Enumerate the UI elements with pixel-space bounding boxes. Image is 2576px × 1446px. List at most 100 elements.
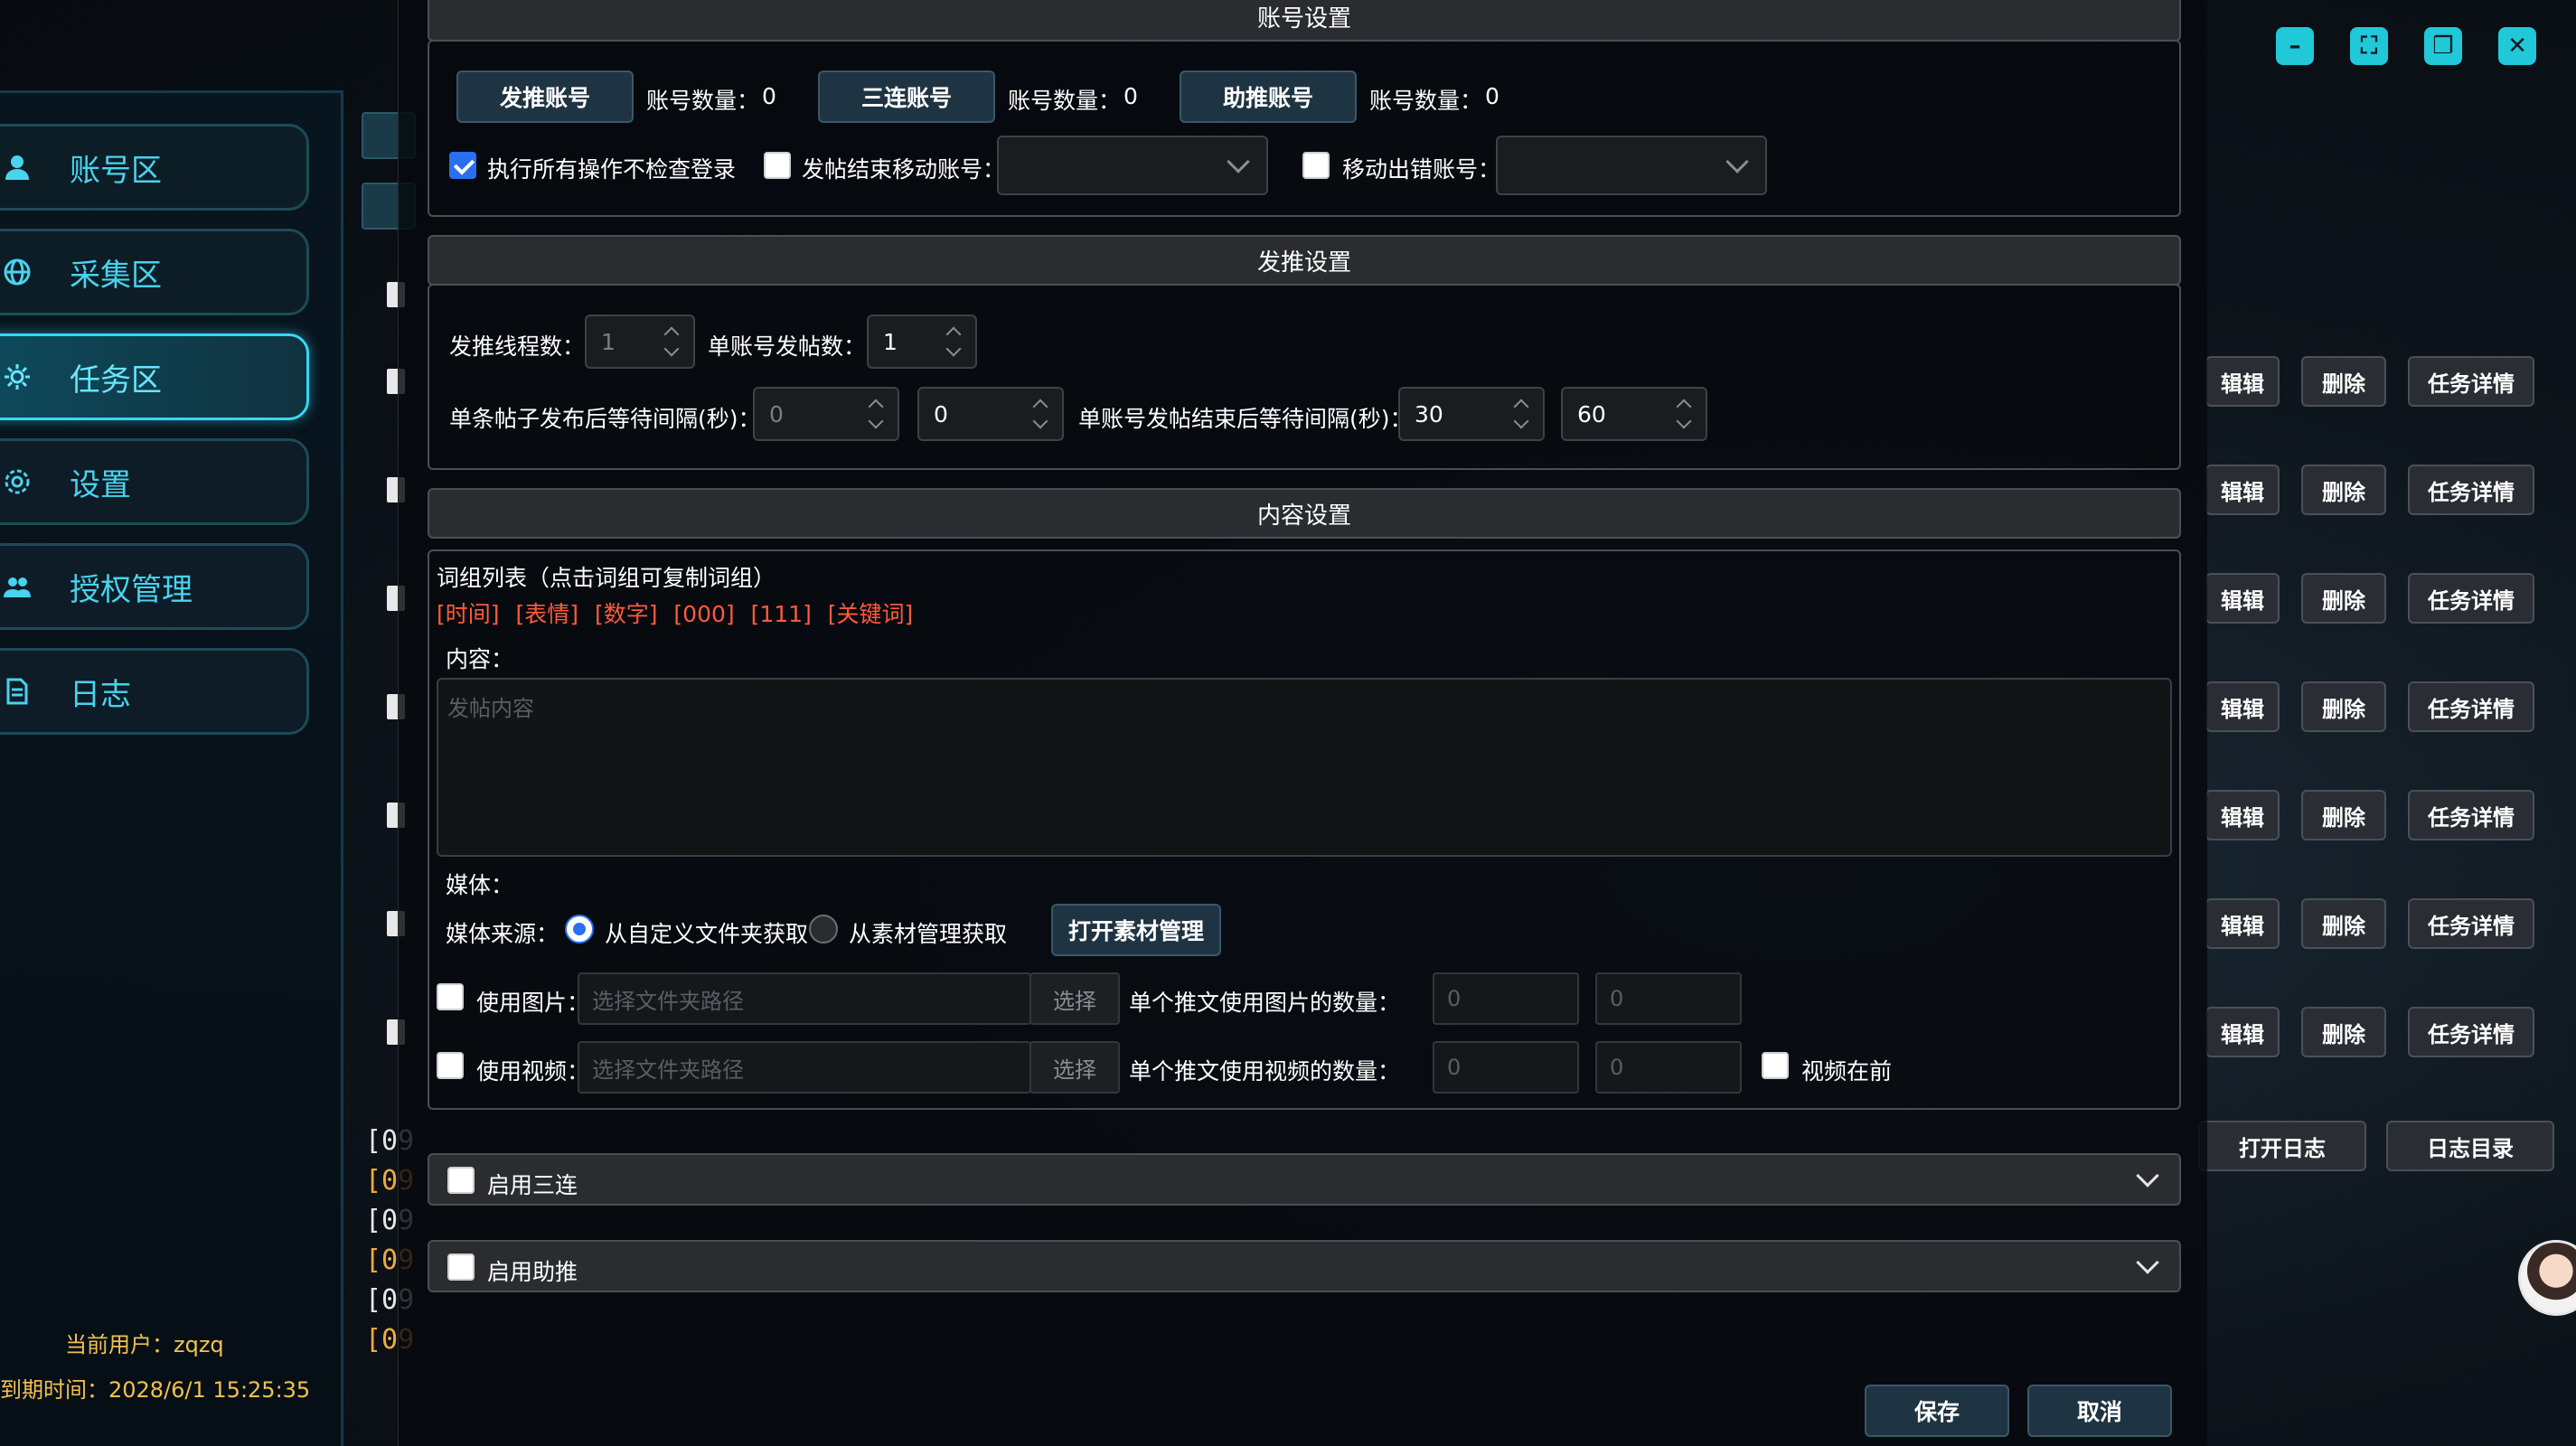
task-row-actions: 辑辑 删除 任务详情: [2205, 681, 2534, 732]
cancel-button[interactable]: 取消: [2027, 1385, 2172, 1437]
image-count-max[interactable]: 0: [1595, 972, 1742, 1025]
enable-assist-checkbox[interactable]: [447, 1254, 475, 1281]
settings-icon: [0, 464, 35, 500]
task-edit-button[interactable]: 辑辑: [2205, 898, 2280, 949]
enable-triple-bar[interactable]: 启用三连: [428, 1153, 2181, 1206]
chevron-down-icon: [1725, 150, 1749, 174]
move-on-error-checkbox[interactable]: [1302, 152, 1330, 179]
task-detail-button[interactable]: 任务详情: [2408, 465, 2534, 515]
section-content: 词组列表（点击词组可复制词组） [时间] [表情] [数字] [000] [11…: [428, 549, 2181, 1110]
save-button[interactable]: 保存: [1865, 1385, 2009, 1437]
open-log-button[interactable]: 打开日志: [2198, 1121, 2366, 1171]
assist-account-button[interactable]: 助推账号: [1180, 70, 1357, 123]
fullscreen-icon[interactable]: ⛶: [2350, 27, 2388, 65]
wordgroup-tag[interactable]: [关键词]: [828, 601, 914, 627]
task-edit-button[interactable]: 辑辑: [2205, 790, 2280, 840]
stepper-arrows-icon[interactable]: [1512, 398, 1530, 430]
document-icon: [0, 673, 35, 709]
move-on-error-select[interactable]: [1496, 136, 1767, 195]
sidebar-item-accounts[interactable]: 账号区: [0, 124, 309, 211]
source-material-radio[interactable]: [809, 915, 838, 944]
content-textarea[interactable]: 发帖内容: [437, 678, 2172, 857]
sidebar-item-collect[interactable]: 采集区: [0, 229, 309, 315]
sidebar-item-label: 任务区: [70, 362, 162, 399]
open-material-button[interactable]: 打开素材管理: [1051, 904, 1221, 956]
wordgroup-tag[interactable]: [时间]: [437, 601, 500, 627]
wait-after-post-max[interactable]: 0: [917, 387, 1064, 441]
image-choose-button[interactable]: 选择: [1029, 972, 1120, 1025]
task-delete-button[interactable]: 删除: [2301, 681, 2386, 732]
chevron-down-icon[interactable]: [2136, 1164, 2159, 1188]
use-video-checkbox[interactable]: [437, 1052, 464, 1079]
wordgroup-tag[interactable]: [111]: [751, 601, 812, 627]
video-count-max[interactable]: 0: [1595, 1041, 1742, 1094]
wait-after-account-min[interactable]: 30: [1398, 387, 1545, 441]
thread-count-value: 1: [601, 328, 616, 355]
restore-icon[interactable]: ❐: [2424, 27, 2462, 65]
video-choose-button[interactable]: 选择: [1029, 1041, 1120, 1094]
wait-after-post-max-value: 0: [934, 400, 948, 427]
sidebar-item-license[interactable]: 授权管理: [0, 543, 309, 630]
enable-assist-bar[interactable]: 启用助推: [428, 1240, 2181, 1292]
media-label: 媒体：: [446, 872, 514, 898]
image-count-min[interactable]: 0: [1433, 972, 1579, 1025]
source-custom-radio[interactable]: [565, 915, 594, 944]
move-after-post-checkbox[interactable]: [764, 152, 791, 179]
section-header-account: 账号设置: [428, 0, 2181, 42]
wordgroup-tag[interactable]: [数字]: [595, 601, 658, 627]
task-delete-button[interactable]: 删除: [2301, 465, 2386, 515]
sidebar-item-tasks[interactable]: 任务区: [0, 333, 309, 420]
task-edit-button[interactable]: 辑辑: [2205, 1007, 2280, 1057]
task-detail-button[interactable]: 任务详情: [2408, 898, 2534, 949]
sidebar: 账号区 采集区 任务区 设置 授权管理 日志: [0, 90, 343, 1446]
task-delete-button[interactable]: 删除: [2301, 790, 2386, 840]
log-dir-button[interactable]: 日志目录: [2386, 1121, 2554, 1171]
triple-account-count: 0: [1123, 83, 1138, 109]
minimize-icon[interactable]: –: [2276, 27, 2314, 65]
stepper-arrows-icon[interactable]: [945, 325, 963, 358]
task-detail-button[interactable]: 任务详情: [2408, 356, 2534, 407]
task-edit-button[interactable]: 辑辑: [2205, 465, 2280, 515]
thread-count-stepper[interactable]: 1: [585, 315, 695, 369]
use-image-checkbox[interactable]: [437, 983, 464, 1010]
task-edit-button[interactable]: 辑辑: [2205, 681, 2280, 732]
wait-after-account-max[interactable]: 60: [1561, 387, 1707, 441]
triple-account-button[interactable]: 三连账号: [818, 70, 995, 123]
task-delete-button[interactable]: 删除: [2301, 898, 2386, 949]
task-detail-button[interactable]: 任务详情: [2408, 1007, 2534, 1057]
sidebar-item-log[interactable]: 日志: [0, 648, 309, 735]
task-detail-button[interactable]: 任务详情: [2408, 790, 2534, 840]
sidebar-item-settings[interactable]: 设置: [0, 438, 309, 525]
section-header-content: 内容设置: [428, 488, 2181, 539]
post-account-button[interactable]: 发推账号: [456, 70, 634, 123]
wait-after-post-min[interactable]: 0: [753, 387, 899, 441]
avatar[interactable]: [2518, 1240, 2576, 1316]
enable-triple-checkbox[interactable]: [447, 1167, 475, 1194]
task-edit-button[interactable]: 辑辑: [2205, 356, 2280, 407]
task-edit-button[interactable]: 辑辑: [2205, 573, 2280, 624]
close-icon[interactable]: ✕: [2498, 27, 2536, 65]
video-first-checkbox[interactable]: [1762, 1052, 1789, 1079]
video-path-input[interactable]: 选择文件夹路径: [578, 1041, 1031, 1094]
section-header-post: 发推设置: [428, 235, 2181, 286]
stepper-arrows-icon[interactable]: [1675, 398, 1693, 430]
task-detail-button[interactable]: 任务详情: [2408, 573, 2534, 624]
task-delete-button[interactable]: 删除: [2301, 356, 2386, 407]
wordgroup-tag[interactable]: [000]: [673, 601, 734, 627]
stepper-arrows-icon[interactable]: [867, 398, 885, 430]
video-count-min[interactable]: 0: [1433, 1041, 1579, 1094]
chevron-down-icon[interactable]: [2136, 1251, 2159, 1274]
stepper-arrows-icon[interactable]: [663, 325, 681, 358]
enable-assist-label: 启用助推: [487, 1259, 578, 1285]
stepper-arrows-icon[interactable]: [1031, 398, 1049, 430]
sidebar-item-label: 账号区: [70, 152, 162, 189]
task-edit-dialog: 账号设置 发推账号 账号数量： 0 三连账号 账号数量： 0 助推账号 账号数量…: [398, 0, 2207, 1446]
wordgroup-tag[interactable]: [表情]: [515, 601, 578, 627]
per-account-stepper[interactable]: 1: [867, 315, 977, 369]
task-delete-button[interactable]: 删除: [2301, 573, 2386, 624]
task-detail-button[interactable]: 任务详情: [2408, 681, 2534, 732]
skip-login-check-checkbox[interactable]: [449, 152, 476, 179]
image-path-input[interactable]: 选择文件夹路径: [578, 972, 1031, 1025]
task-delete-button[interactable]: 删除: [2301, 1007, 2386, 1057]
move-after-post-select[interactable]: [997, 136, 1268, 195]
